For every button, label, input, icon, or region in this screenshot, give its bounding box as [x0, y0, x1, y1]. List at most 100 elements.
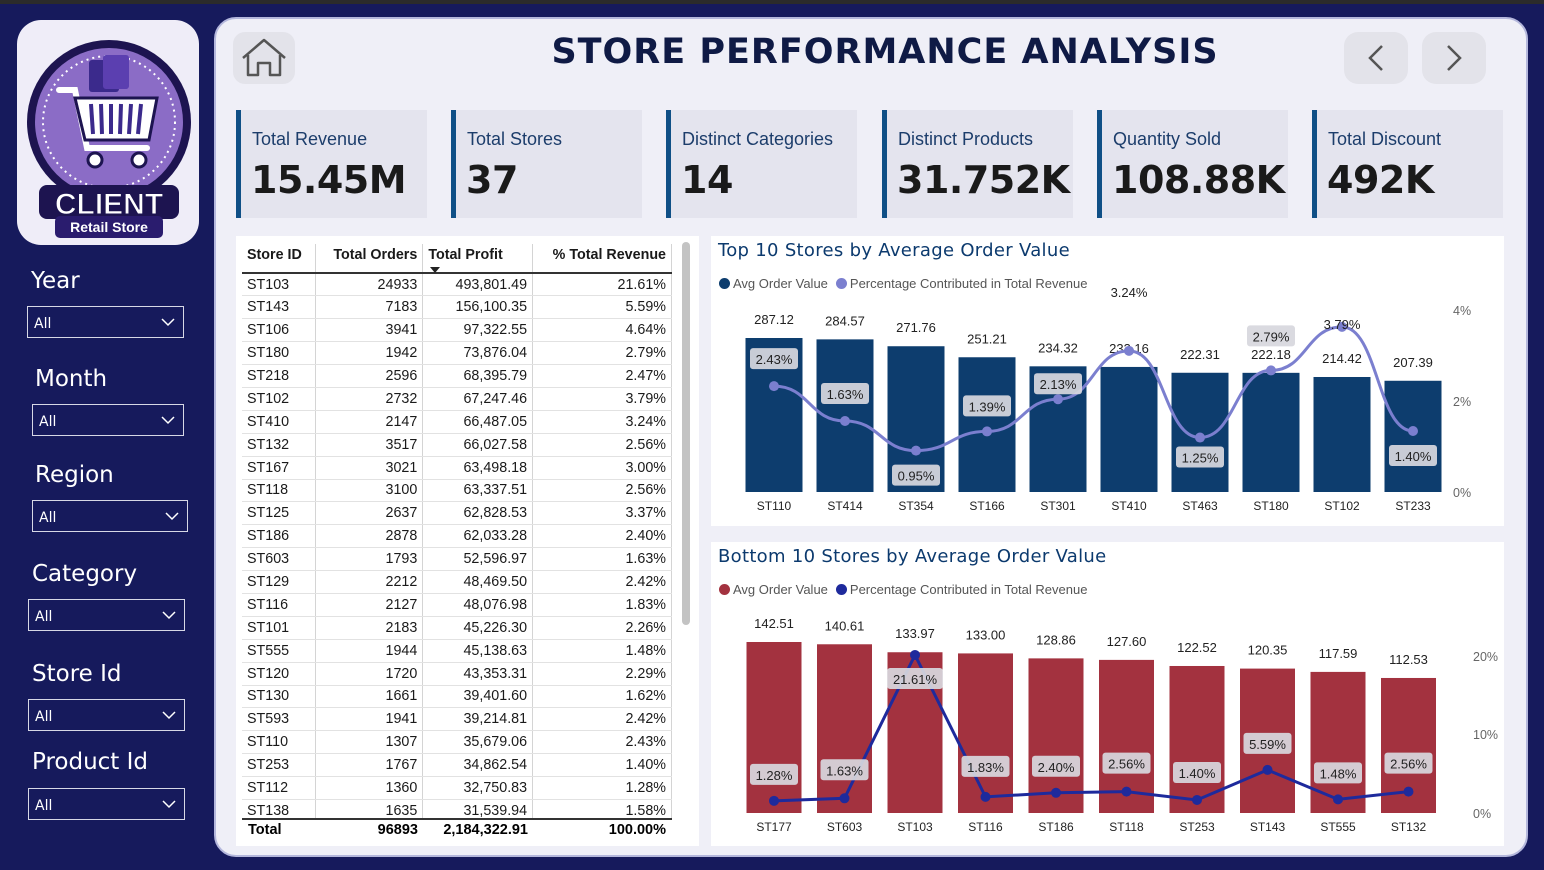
line-point[interactable]	[769, 381, 779, 392]
table-row[interactable]: ST132 3517 66,027.58 2.56%	[242, 433, 672, 457]
line-point[interactable]	[1195, 432, 1205, 443]
x-tick-label: ST253	[1179, 820, 1215, 834]
line-point[interactable]	[839, 793, 850, 804]
table-row[interactable]: ST112 1360 32,750.83 1.28%	[242, 776, 672, 800]
line-value-label: 2.13%	[1040, 377, 1077, 392]
table-row[interactable]: ST106 3941 97,322.55 4.64%	[242, 318, 672, 343]
table-row[interactable]: ST410 2147 66,487.05 3.24%	[242, 410, 672, 434]
bar[interactable]	[1313, 376, 1371, 492]
line-value-label: 1.63%	[826, 763, 863, 778]
table-row[interactable]: ST101 2183 45,226.30 2.26%	[242, 616, 672, 640]
line-point[interactable]	[1403, 786, 1414, 797]
filter-store-id-dropdown[interactable]: All	[28, 699, 185, 731]
line-point[interactable]	[1051, 787, 1061, 798]
x-tick-label: ST132	[1391, 820, 1427, 834]
y2-tick-label: 20%	[1473, 650, 1498, 664]
table-row[interactable]: ST167 3021 63,498.18 3.00%	[242, 456, 672, 480]
cell-pct-revenue: 1.40%	[532, 753, 672, 778]
kpi-value: 37	[466, 158, 518, 202]
y2-tick-label: 0%	[1453, 486, 1471, 500]
x-tick-label: ST354	[898, 499, 934, 513]
cell-total-orders: 2637	[315, 501, 424, 526]
table-row[interactable]: ST110 1307 35,679.06 2.43%	[242, 730, 672, 755]
line-point[interactable]	[1262, 764, 1273, 775]
filter-region-dropdown[interactable]: All	[32, 500, 188, 532]
table-row[interactable]: ST118 3100 63,337.51 2.56%	[242, 479, 672, 503]
line-point[interactable]	[1266, 365, 1276, 376]
cell-pct-revenue: 1.28%	[532, 776, 672, 800]
line-point[interactable]	[1124, 345, 1134, 356]
line-point[interactable]	[840, 415, 850, 426]
table-row[interactable]: ST186 2878 62,033.28 2.40%	[242, 524, 672, 549]
x-tick-label: ST463	[1182, 499, 1218, 513]
bar-value-label: 142.51	[754, 616, 794, 631]
line-point[interactable]	[1192, 794, 1202, 805]
table-row[interactable]: ST218 2596 68,395.79 2.47%	[242, 364, 672, 388]
line-point[interactable]	[1121, 786, 1132, 797]
cell-store-id: ST603	[242, 547, 317, 572]
kpi-value: 15.45M	[251, 158, 407, 202]
bottom-stores-chart: Bottom 10 Stores by Average Order Value …	[711, 542, 1504, 846]
bar[interactable]	[1384, 380, 1442, 492]
cell-pct-revenue: 3.79%	[532, 387, 672, 411]
table-row[interactable]: ST116 2127 48,076.98 1.83%	[242, 593, 672, 617]
line-point[interactable]	[769, 795, 779, 806]
bar-value-label: 128.86	[1036, 632, 1076, 647]
table-row[interactable]: ST129 2212 48,469.50 2.42%	[242, 570, 672, 594]
x-tick-label: ST103	[897, 820, 933, 834]
table-row[interactable]: ST102 2732 67,247.46 3.79%	[242, 387, 672, 411]
filter-product-id-dropdown[interactable]: All	[28, 788, 185, 820]
table-row[interactable]: ST103 24933 493,801.49 21.61%	[242, 273, 672, 297]
cell-total-profit: 62,033.28	[422, 524, 534, 549]
line-point[interactable]	[910, 649, 920, 660]
kpi-value: 492K	[1327, 158, 1434, 202]
table-row[interactable]: ST125 2637 62,828.53 3.37%	[242, 501, 672, 526]
filter-month-dropdown[interactable]: All	[32, 404, 184, 436]
table-row[interactable]: ST130 1661 39,401.60 1.62%	[242, 685, 672, 709]
table-row[interactable]: ST593 1941 39,214.81 2.42%	[242, 707, 672, 732]
kpi-value: 108.88K	[1112, 158, 1285, 202]
table-row[interactable]: ST143 7183 156,100.35 5.59%	[242, 295, 672, 320]
line-point[interactable]	[980, 791, 991, 802]
line-point[interactable]	[1408, 426, 1418, 436]
bar[interactable]	[958, 357, 1016, 492]
filter-category-label: Category	[32, 561, 138, 587]
total-profit: 2,184,322.91	[443, 822, 528, 838]
column-header-pct-revenue[interactable]: % Total Revenue	[532, 244, 672, 274]
kpi-label: Distinct Products	[898, 129, 1034, 149]
line-point[interactable]	[1053, 394, 1063, 405]
bar[interactable]	[1242, 372, 1300, 492]
kpi-label: Total Stores	[467, 129, 563, 149]
filter-year-dropdown[interactable]: All	[27, 306, 184, 338]
table-row[interactable]: ST180 1942 73,876.04 2.79%	[242, 341, 672, 366]
cell-total-orders: 3517	[315, 433, 424, 457]
x-tick-label: ST410	[1111, 499, 1147, 513]
table-scrollbar[interactable]	[682, 242, 690, 625]
cell-total-profit: 68,395.79	[422, 364, 534, 388]
home-button[interactable]	[233, 32, 295, 84]
line-point[interactable]	[1333, 794, 1343, 805]
bar-value-label: 127.60	[1107, 634, 1147, 649]
bar[interactable]	[1171, 372, 1229, 492]
store-table-scroll[interactable]: Store ID Total Orders Total Profit % Tot…	[242, 244, 672, 841]
cell-total-orders: 2183	[315, 616, 424, 640]
bar[interactable]	[958, 653, 1013, 813]
table-row[interactable]: ST555 1944 45,138.63 1.48%	[242, 639, 672, 663]
cell-store-id: ST112	[242, 776, 317, 800]
cell-total-profit: 39,401.60	[422, 685, 534, 709]
line-point[interactable]	[911, 445, 921, 456]
column-header-store-id[interactable]: Store ID	[242, 244, 317, 274]
forward-button[interactable]	[1422, 32, 1486, 84]
bar[interactable]	[817, 644, 872, 813]
column-header-total-profit[interactable]: Total Profit	[422, 244, 534, 274]
column-header-total-orders[interactable]: Total Orders	[315, 244, 424, 274]
back-button[interactable]	[1344, 32, 1408, 84]
table-row[interactable]: ST253 1767 34,862.54 1.40%	[242, 753, 672, 778]
table-row[interactable]: ST603 1793 52,596.97 1.63%	[242, 547, 672, 572]
table-row[interactable]: ST120 1720 43,353.31 2.29%	[242, 662, 672, 686]
bar[interactable]	[1100, 366, 1158, 492]
line-point[interactable]	[982, 426, 992, 437]
x-tick-label: ST414	[827, 499, 863, 513]
bar[interactable]	[746, 642, 802, 813]
filter-category-dropdown[interactable]: All	[28, 599, 185, 631]
